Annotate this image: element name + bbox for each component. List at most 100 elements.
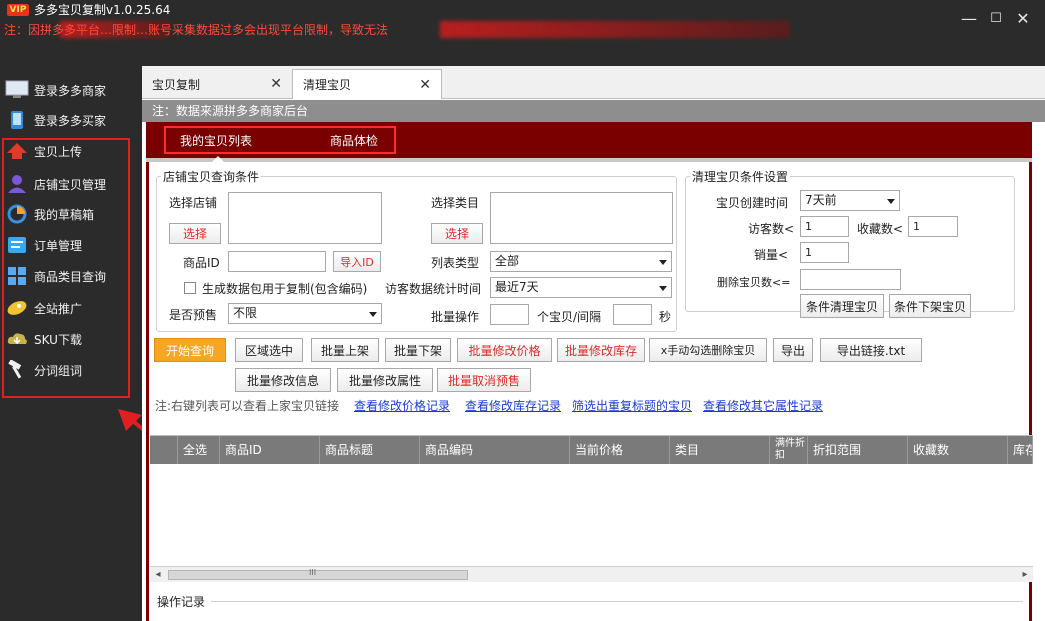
gen-package-label: 生成数据包用于复制(包含编码) — [202, 282, 368, 296]
manual-delete-button[interactable]: x手动勾选删除宝贝 — [649, 338, 767, 362]
delete-count-label: 删除宝贝数<= — [717, 276, 791, 289]
condition-clean-button[interactable]: 条件清理宝贝 — [800, 294, 884, 318]
delete-count-input[interactable] — [800, 269, 901, 290]
created-time-select[interactable]: 7天前 — [800, 190, 900, 211]
start-query-button[interactable]: 开始查询 — [154, 338, 226, 362]
batch-cancel-presale-button[interactable]: 批量取消预售 — [437, 368, 531, 392]
sidebar-item-label: 登录多多买家 — [34, 113, 107, 128]
presale-select[interactable]: 不限 — [228, 303, 382, 324]
batch-modify-attr-button[interactable]: 批量修改属性 — [337, 368, 433, 392]
interval-input[interactable] — [613, 304, 652, 325]
duplicate-title-link[interactable]: 筛选出重复标题的宝贝 — [572, 397, 692, 414]
close-icon[interactable]: ✕ — [270, 76, 282, 92]
batch-modify-price-button[interactable]: 批量修改价格 — [457, 338, 552, 362]
gen-package-checkbox[interactable] — [184, 282, 196, 294]
grid-col-code[interactable]: 商品编码 — [420, 436, 570, 464]
group-title: 清理宝贝条件设置 — [692, 170, 789, 184]
select-category-button[interactable]: 选择 — [431, 223, 483, 244]
batch-modify-stock-button[interactable]: 批量修改库存 — [557, 338, 645, 362]
shop-list-box[interactable] — [228, 192, 382, 244]
select-category-label: 选择类目 — [431, 196, 480, 210]
chevron-down-icon — [659, 260, 667, 265]
grid-col-stock[interactable]: 库存 — [1008, 436, 1033, 464]
presale-label: 是否预售 — [169, 308, 218, 322]
visitor-period-label: 访客数据统计时间 — [385, 282, 482, 296]
favorites-label: 收藏数< — [857, 222, 904, 236]
warning-text: 注：因拼多多平台…限制…账号采集数据过多会出现平台限制，导致无法 — [4, 23, 389, 37]
scroll-left-icon[interactable]: ◂ — [150, 567, 166, 583]
list-type-label: 列表类型 — [431, 256, 480, 270]
subtab-my-products[interactable]: 我的宝贝列表 — [180, 132, 252, 149]
product-id-input[interactable] — [228, 251, 326, 272]
favorites-input[interactable]: 1 — [908, 216, 958, 237]
tab-strip: 宝贝复制 ✕ 清理宝贝 ✕ — [142, 66, 1045, 99]
scroll-thumb[interactable]: III — [168, 568, 468, 580]
product-id-label: 商品ID — [183, 256, 220, 270]
select-value: 全部 — [495, 254, 520, 268]
batch-off-shelf-button[interactable]: 批量下架 — [385, 338, 451, 362]
import-id-button[interactable]: 导入ID — [333, 251, 381, 272]
grid-col-indicator — [150, 436, 178, 464]
price-log-link[interactable]: 查看修改价格记录 — [354, 397, 450, 414]
grid-col-full-discount[interactable]: 满件折扣 — [770, 436, 808, 464]
log-divider — [211, 601, 1023, 602]
grid-col-title[interactable]: 商品标题 — [320, 436, 420, 464]
sidebar-item-merchant-login[interactable]: 登录多多商家 — [4, 76, 106, 104]
condition-offshelf-button[interactable]: 条件下架宝贝 — [889, 294, 971, 318]
list-type-select[interactable]: 全部 — [490, 251, 672, 272]
sales-input[interactable]: 1 — [800, 242, 849, 263]
redacted-region — [440, 21, 790, 38]
close-button[interactable]: ✕ — [1014, 10, 1032, 28]
app-title: 多多宝贝复制v1.0.25.64 — [34, 3, 171, 17]
other-attr-log-link[interactable]: 查看修改其它属性记录 — [703, 397, 823, 414]
title-bar: VIP 多多宝贝复制v1.0.25.64 注：因拼多多平台…限制…账号采集数据过… — [0, 0, 1045, 42]
visitors-input[interactable]: 1 — [800, 216, 849, 237]
sidebar-highlight-box — [2, 138, 130, 398]
grid-col-category[interactable]: 类目 — [670, 436, 770, 464]
export-button[interactable]: 导出 — [773, 338, 813, 362]
category-list-box[interactable] — [490, 192, 673, 244]
visitor-period-select[interactable]: 最近7天 — [490, 277, 672, 298]
minimize-button[interactable]: — — [960, 10, 978, 28]
sidebar-item-buyer-login[interactable]: 登录多多买家 — [4, 106, 106, 134]
per-interval-label: 个宝贝/间隔 — [537, 310, 602, 324]
hint-text: 注:右键列表可以查看上家宝贝链接 — [155, 399, 340, 413]
grid-col-favorites[interactable]: 收藏数 — [908, 436, 1008, 464]
monitor-icon — [4, 79, 30, 101]
grid-col-price[interactable]: 当前价格 — [570, 436, 670, 464]
created-time-label: 宝贝创建时间 — [716, 196, 789, 210]
grid-col-select-all[interactable]: 全选 — [178, 436, 220, 464]
phone-icon — [4, 109, 30, 131]
product-grid: 全选 商品ID 商品标题 商品编码 当前价格 类目 满件折扣 折扣范围 收藏数 … — [150, 435, 1033, 582]
select-value: 7天前 — [805, 193, 837, 207]
horizontal-scrollbar[interactable]: ◂ III ▸ — [150, 566, 1033, 582]
grid-col-discount-range[interactable]: 折扣范围 — [808, 436, 908, 464]
source-note: 注：数据来源拼多多商家后台 — [142, 100, 1045, 122]
subtab-group: 我的宝贝列表 商品体检 — [164, 126, 396, 154]
select-value: 最近7天 — [495, 280, 539, 294]
scroll-right-icon[interactable]: ▸ — [1017, 567, 1033, 583]
log-panel: 操作记录 — [146, 587, 1032, 621]
batch-on-shelf-button[interactable]: 批量上架 — [311, 338, 379, 362]
select-shop-label: 选择店铺 — [169, 196, 218, 210]
sales-label: 销量< — [754, 248, 789, 262]
stock-log-link[interactable]: 查看修改库存记录 — [465, 397, 561, 414]
sidebar-item-label: 登录多多商家 — [34, 83, 107, 98]
scroll-grip: III — [309, 568, 317, 577]
chevron-down-icon — [887, 199, 895, 204]
tab-clean-products[interactable]: 清理宝贝 ✕ — [292, 69, 442, 99]
batch-modify-info-button[interactable]: 批量修改信息 — [235, 368, 331, 392]
select-shop-button[interactable]: 选择 — [169, 223, 221, 244]
maximize-button[interactable]: ☐ — [987, 10, 1005, 28]
tab-label: 清理宝贝 — [303, 78, 352, 92]
tab-product-copy[interactable]: 宝贝复制 ✕ — [142, 69, 292, 99]
grid-col-product-id[interactable]: 商品ID — [220, 436, 320, 464]
grid-header: 全选 商品ID 商品标题 商品编码 当前价格 类目 满件折扣 折扣范围 收藏数 … — [150, 436, 1033, 464]
chevron-down-icon — [659, 286, 667, 291]
region-select-button[interactable]: 区域选中 — [235, 338, 303, 362]
close-icon[interactable]: ✕ — [419, 77, 431, 93]
export-links-button[interactable]: 导出链接.txt — [820, 338, 922, 362]
batch-count-input[interactable] — [490, 304, 529, 325]
visitors-label: 访客数< — [748, 222, 795, 236]
subtab-product-check[interactable]: 商品体检 — [330, 132, 378, 149]
